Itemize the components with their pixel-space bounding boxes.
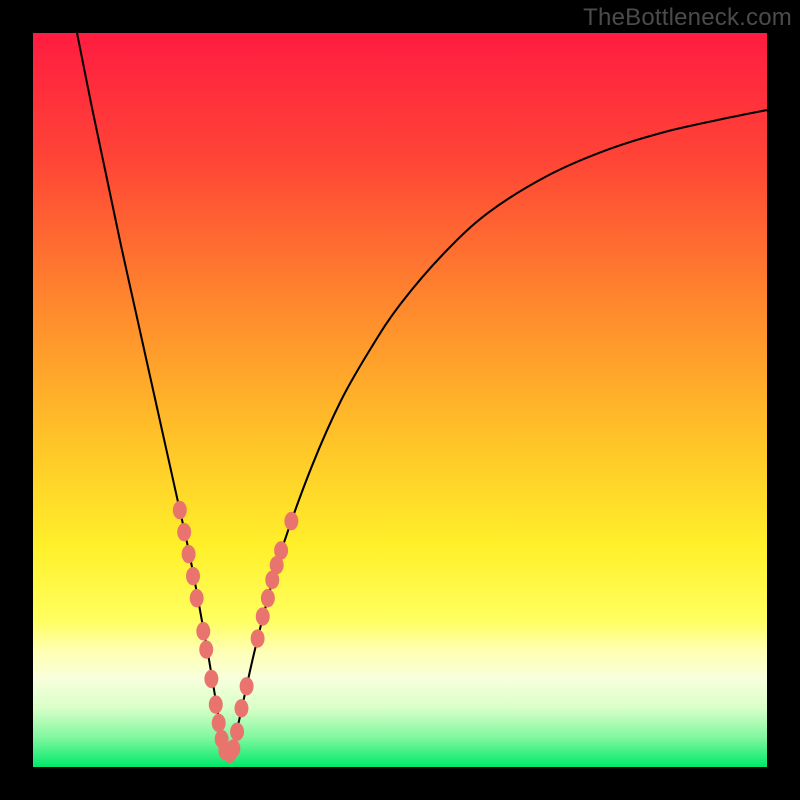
- marker-point: [209, 695, 223, 713]
- watermark-text: TheBottleneck.com: [583, 4, 792, 32]
- marker-point: [256, 607, 270, 625]
- marker-point: [177, 523, 191, 541]
- chart-frame: TheBottleneck.com: [0, 0, 800, 800]
- marker-point: [240, 677, 254, 695]
- marker-point: [196, 622, 210, 640]
- marker-point: [226, 739, 240, 757]
- marker-point: [204, 670, 218, 688]
- marker-point: [212, 714, 226, 732]
- marker-point: [186, 567, 200, 585]
- marker-point: [199, 640, 213, 658]
- marker-point: [261, 589, 275, 607]
- marker-point: [182, 545, 196, 563]
- marker-point: [230, 723, 244, 741]
- marker-point: [173, 501, 187, 519]
- marker-point: [190, 589, 204, 607]
- marker-point: [284, 512, 298, 530]
- curve-right: [231, 110, 767, 752]
- plot-area: [33, 33, 767, 767]
- marker-point: [274, 541, 288, 559]
- marker-group: [173, 501, 299, 763]
- chart-svg: [33, 33, 767, 767]
- marker-point: [234, 699, 248, 717]
- marker-point: [251, 629, 265, 647]
